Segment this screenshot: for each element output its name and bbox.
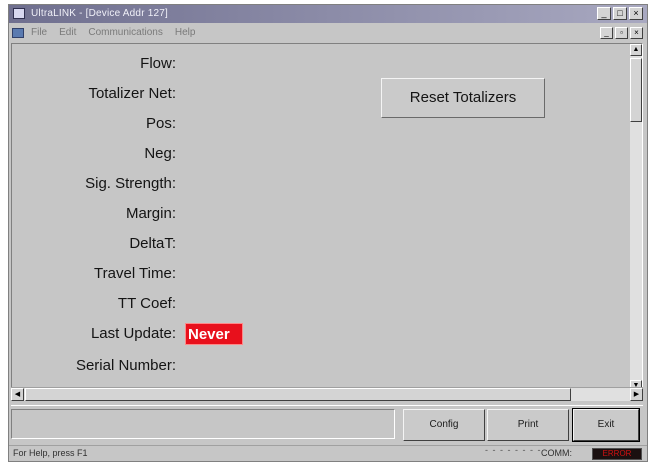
comm-status-label: COMM:: [541, 448, 572, 458]
status-bar: For Help, press F1 - - - - - - - - COMM:…: [9, 445, 647, 461]
print-button[interactable]: Print: [487, 409, 569, 441]
menu-help[interactable]: Help: [175, 27, 196, 38]
doc-minimize-button[interactable]: _: [600, 27, 613, 39]
menu-bar: File Edit Communications Help _ ▫ ×: [9, 24, 647, 42]
window-controls: _ □ ×: [597, 7, 643, 20]
horizontal-scrollbar[interactable]: ◀ ▶: [11, 387, 643, 401]
totalizer-net-label: Totalizer Net:: [88, 85, 176, 102]
flow-label: Flow:: [140, 55, 176, 72]
scroll-right-icon[interactable]: ▶: [630, 388, 643, 401]
close-button[interactable]: ×: [629, 7, 643, 20]
travel-time-label: Travel Time:: [94, 265, 176, 282]
menu-items: File Edit Communications Help: [31, 27, 195, 38]
vertical-scroll-thumb[interactable]: [630, 58, 642, 122]
minimize-button[interactable]: _: [597, 7, 611, 20]
deltat-label: DeltaT:: [129, 235, 176, 252]
horizontal-scroll-thumb[interactable]: [25, 388, 571, 401]
tt-coef-label: TT Coef:: [117, 295, 176, 312]
last-update-value: Never: [185, 323, 243, 345]
button-bar: Config Print Exit: [11, 405, 643, 443]
reset-totalizers-button[interactable]: Reset Totalizers: [381, 78, 545, 118]
pos-label: Pos:: [145, 115, 176, 132]
maximize-button[interactable]: □: [613, 7, 627, 20]
app-window: UltraLINK - [Device Addr 127] _ □ × File…: [8, 4, 648, 462]
neg-label: Neg:: [144, 145, 176, 162]
last-update-label: Last Update:: [90, 325, 176, 342]
app-icon[interactable]: [13, 8, 25, 19]
status-panel: Flow: Totalizer Net: Pos: Neg: Sig. Stre…: [11, 43, 643, 393]
scroll-left-icon[interactable]: ◀: [11, 388, 24, 401]
document-icon[interactable]: [12, 28, 24, 38]
config-button[interactable]: Config: [403, 409, 485, 441]
exit-button[interactable]: Exit: [572, 408, 640, 442]
margin-label: Margin:: [125, 205, 176, 222]
menu-file[interactable]: File: [31, 27, 47, 38]
status-progress-dots: - - - - - - - -: [485, 445, 542, 455]
comm-status-value: ERROR: [592, 448, 642, 460]
serial-number-label: Serial Number:: [75, 357, 176, 374]
sig-strength-label: Sig. Strength:: [85, 175, 176, 192]
status-help-text: For Help, press F1: [13, 448, 88, 458]
title-bar[interactable]: UltraLINK - [Device Addr 127] _ □ ×: [9, 5, 647, 23]
vertical-scrollbar[interactable]: ▲ ▼: [630, 44, 642, 392]
document-window-controls: _ ▫ ×: [600, 27, 643, 39]
doc-restore-button[interactable]: ▫: [615, 27, 628, 39]
doc-close-button[interactable]: ×: [630, 27, 643, 39]
menu-edit[interactable]: Edit: [59, 27, 76, 38]
menu-communications[interactable]: Communications: [88, 27, 162, 38]
message-area: [11, 409, 395, 439]
scroll-up-icon[interactable]: ▲: [630, 44, 642, 56]
window-title: UltraLINK - [Device Addr 127]: [31, 8, 168, 19]
